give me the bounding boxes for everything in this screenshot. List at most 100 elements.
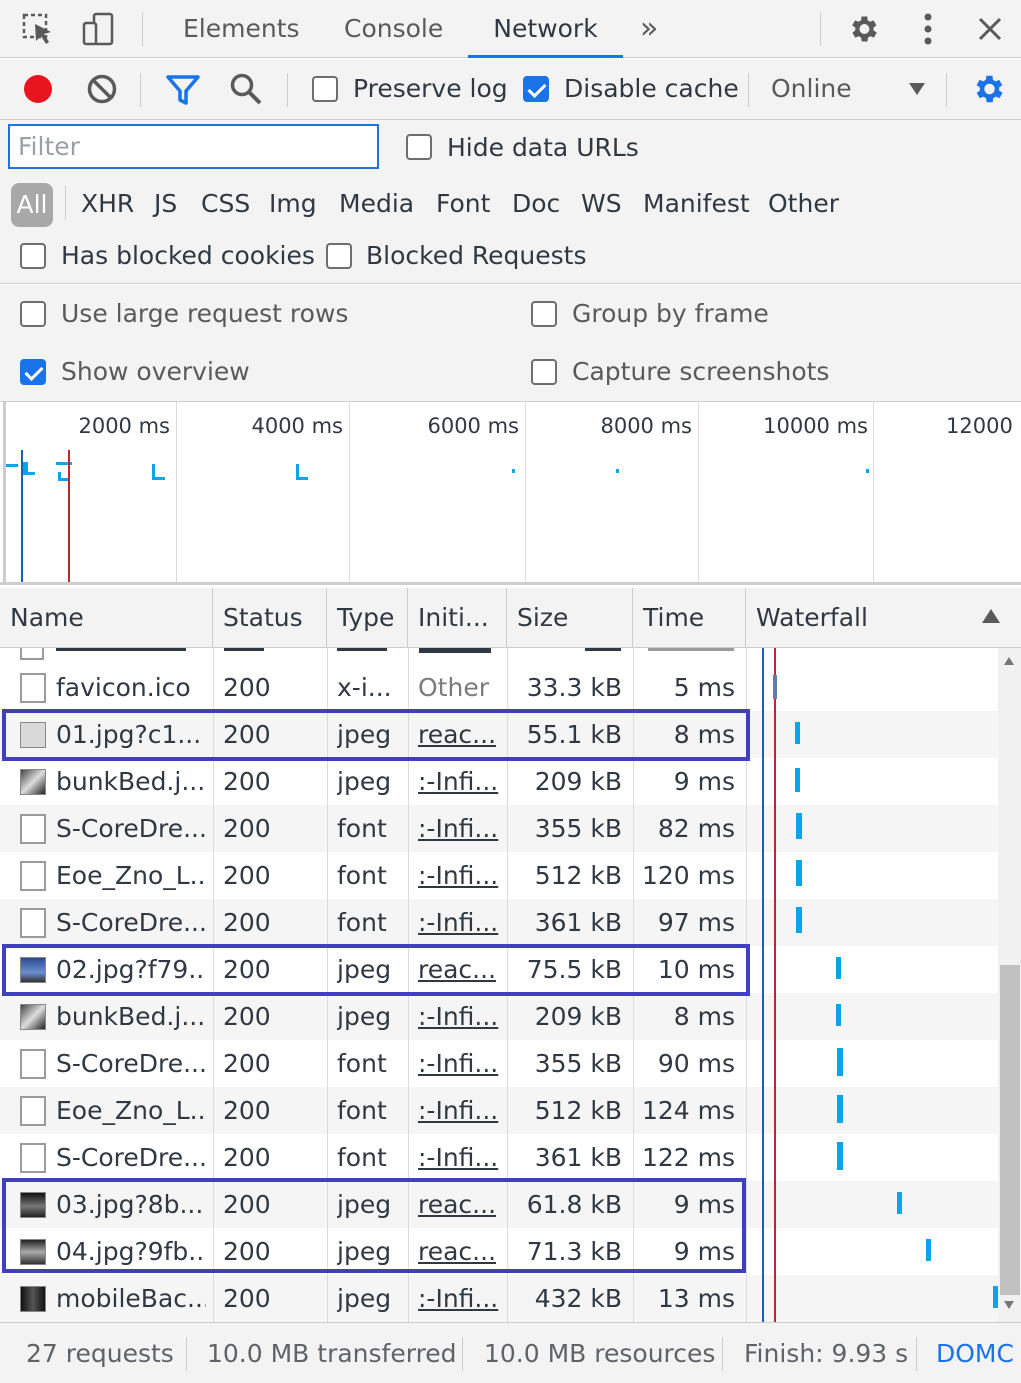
large-rows-checkbox[interactable] [20, 301, 46, 327]
cell-time: 124 ms [641, 1096, 735, 1125]
disable-cache-checkbox[interactable] [523, 76, 549, 102]
type-filter-all[interactable]: All [11, 183, 53, 227]
cell-time: 122 ms [641, 1143, 735, 1172]
cell-time: 9 ms [673, 767, 735, 796]
type-filter-xhr[interactable]: XHR [81, 180, 134, 228]
type-filter-css[interactable]: CSS [201, 180, 250, 228]
timeline-left-edge [3, 402, 6, 582]
column-header-type[interactable]: Type [327, 588, 408, 648]
column-header-name[interactable]: Name [0, 588, 213, 648]
cell-initiator[interactable]: :-Infi... [418, 1040, 504, 1087]
table-row[interactable]: Eoe_Zno_L... 200 font :-Infi... 512 kB 1… [0, 1087, 998, 1134]
cell-initiator[interactable]: :-Infi... [418, 993, 504, 1040]
load-event-line [68, 450, 70, 582]
type-filter-manifest[interactable]: Manifest [643, 180, 750, 228]
hide-data-urls-checkbox[interactable] [406, 134, 432, 160]
highlight-box [2, 709, 750, 761]
tab-elements[interactable]: Elements [183, 0, 300, 58]
timeline-tick-label: 2000 ms [78, 414, 170, 438]
cell-status: 200 [223, 908, 271, 937]
waterfall-bar [773, 675, 777, 699]
cell-time: 13 ms [657, 1284, 735, 1313]
kebab-menu-icon[interactable] [908, 10, 948, 48]
requests-count: 27 requests [26, 1339, 174, 1368]
settings-gear-icon[interactable] [843, 10, 883, 48]
cell-initiator[interactable]: :-Infi... [418, 899, 504, 946]
filter-funnel-icon[interactable] [165, 73, 201, 107]
column-header-time[interactable]: Time [633, 588, 746, 648]
type-filter-other[interactable]: Other [768, 180, 839, 228]
table-row[interactable]: favicon.ico 200 x-i... Other 33.3 kB 5 m… [0, 664, 998, 711]
type-filter-ws[interactable]: WS [581, 180, 622, 228]
cell-size: 209 kB [534, 767, 622, 796]
divider [142, 12, 143, 46]
search-icon[interactable] [229, 72, 263, 106]
table-row[interactable]: mobileBac... 200 jpeg :-Infi... 432 kB 1… [0, 1275, 998, 1322]
highlight-box [2, 944, 750, 996]
waterfall-bar [837, 1095, 843, 1123]
table-row[interactable]: S-CoreDre... 200 font :-Infi... 361 kB 1… [0, 1134, 998, 1181]
column-header-status[interactable]: Status [213, 588, 327, 648]
preserve-log-checkbox[interactable] [312, 76, 338, 102]
inspect-element-icon[interactable] [18, 10, 58, 48]
table-row[interactable]: bunkBed.j... 200 jpeg :-Infi... 209 kB 8… [0, 993, 998, 1040]
waterfall-bar [836, 1004, 841, 1026]
cell-initiator[interactable]: :-Infi... [418, 852, 504, 899]
has-blocked-cookies-checkbox[interactable] [20, 243, 46, 269]
cell-initiator[interactable]: :-Infi... [418, 1134, 504, 1181]
cell-initiator[interactable]: :-Infi... [418, 805, 504, 852]
timeline-activity-mark [23, 472, 35, 475]
cell-initiator[interactable]: :-Infi... [418, 758, 504, 805]
tab-network[interactable]: Network [468, 0, 623, 58]
blocked-requests-checkbox[interactable] [326, 243, 352, 269]
cell-type: font [337, 814, 387, 843]
column-header-size[interactable]: Size [507, 588, 633, 648]
table-row[interactable]: Eoe_Zno_L... 200 font :-Infi... 512 kB 1… [0, 852, 998, 899]
timeline-tick-label: 4000 ms [251, 414, 343, 438]
divider [722, 1337, 723, 1371]
column-header-initiator[interactable]: Initi... [408, 588, 507, 648]
show-overview-checkbox[interactable] [20, 359, 46, 385]
clear-icon[interactable] [86, 73, 118, 105]
waterfall-bar [897, 1192, 902, 1214]
transferred-size: 10.0 MB transferred [207, 1339, 457, 1368]
network-settings-gear-icon[interactable] [970, 71, 1006, 107]
tab-console[interactable]: Console [344, 0, 443, 58]
type-filter-img[interactable]: Img [269, 180, 317, 228]
table-row[interactable]: S-CoreDre... 200 font :-Infi... 355 kB 9… [0, 1040, 998, 1087]
file-icon [20, 861, 46, 891]
table-row[interactable]: S-CoreDre... 200 font :-Infi... 355 kB 8… [0, 805, 998, 852]
table-row[interactable]: S-CoreDre... 200 font :-Infi... 361 kB 9… [0, 899, 998, 946]
scrollbar-thumb[interactable] [1000, 965, 1020, 1295]
capture-screenshots-checkbox[interactable] [531, 359, 557, 385]
divider [186, 1337, 187, 1371]
waterfall-bar [796, 813, 802, 839]
divider [946, 73, 947, 107]
network-overview-timeline[interactable]: 2000 ms 4000 ms 6000 ms 8000 ms 10000 ms… [0, 402, 1021, 585]
device-toolbar-icon[interactable] [78, 10, 118, 48]
cell-status: 200 [223, 1096, 271, 1125]
record-button[interactable] [22, 73, 54, 105]
cell-time: 90 ms [657, 1049, 735, 1078]
type-filter-doc[interactable]: Doc [512, 180, 560, 228]
timeline-tick-label: 8000 ms [600, 414, 692, 438]
column-header-waterfall[interactable]: Waterfall [746, 588, 1021, 648]
waterfall-bar [836, 957, 841, 979]
chevron-down-icon[interactable] [908, 81, 926, 95]
filter-input[interactable] [8, 124, 379, 169]
cell-initiator[interactable]: :-Infi... [418, 1087, 504, 1134]
table-row[interactable]: bunkBed.j... 200 jpeg :-Infi... 209 kB 9… [0, 758, 998, 805]
type-filter-js[interactable]: JS [154, 180, 177, 228]
throttling-select[interactable]: Online [771, 74, 852, 103]
type-filter-font[interactable]: Font [436, 180, 490, 228]
sort-ascending-icon[interactable] [981, 608, 1001, 624]
cell-initiator: Other [418, 673, 489, 702]
close-icon[interactable] [970, 10, 1010, 48]
group-by-frame-checkbox[interactable] [531, 301, 557, 327]
type-filter-media[interactable]: Media [339, 180, 414, 228]
more-tabs-button[interactable]: » [640, 0, 658, 58]
cell-status: 200 [223, 861, 271, 890]
cell-size: 361 kB [534, 908, 622, 937]
cell-initiator[interactable]: :-Infi... [418, 1275, 504, 1322]
divider [916, 1337, 917, 1371]
